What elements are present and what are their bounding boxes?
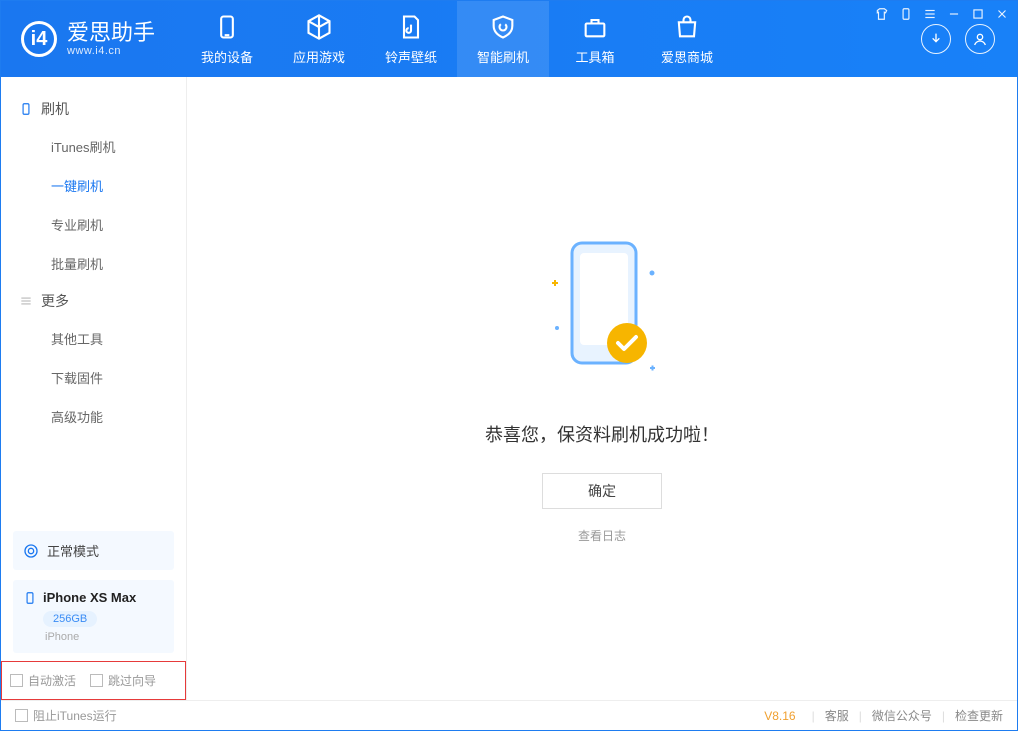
sidebar-section-label: 更多 <box>41 291 69 311</box>
sidebar-item-other-tools[interactable]: 其他工具 <box>1 319 186 358</box>
sidebar-item-batch-flash[interactable]: 批量刷机 <box>1 244 186 283</box>
toolbox-icon <box>581 13 609 41</box>
refresh-shield-icon <box>489 13 517 41</box>
device-phone-icon <box>23 591 37 605</box>
body: 刷机 iTunes刷机 一键刷机 专业刷机 批量刷机 更多 其他工具 下载固件 … <box>1 77 1017 700</box>
app-name: 爱思助手 <box>67 21 155 45</box>
menu-icon[interactable] <box>923 7 937 21</box>
nav-label: 爱思商城 <box>661 47 713 66</box>
nav-tabs: 我的设备 应用游戏 铃声壁纸 智能刷机 工具箱 爱思商城 <box>181 1 733 77</box>
cube-icon <box>305 13 333 41</box>
version-label: V8.16 <box>764 709 795 723</box>
nav-tab-ringtones[interactable]: 铃声壁纸 <box>365 1 457 77</box>
nav-label: 智能刷机 <box>477 47 529 66</box>
nav-tab-toolbox[interactable]: 工具箱 <box>549 1 641 77</box>
app-domain: www.i4.cn <box>67 45 155 57</box>
app-window: i4 爱思助手 www.i4.cn 我的设备 应用游戏 铃声壁纸 智能刷机 <box>0 0 1018 731</box>
nav-label: 铃声壁纸 <box>385 47 437 66</box>
window-controls <box>875 7 1009 21</box>
success-illustration <box>532 233 672 393</box>
sync-icon <box>23 543 39 559</box>
phone-small-icon <box>19 102 33 116</box>
shirt-icon[interactable] <box>875 7 889 21</box>
phone-mini-icon[interactable] <box>899 7 913 21</box>
sidebar-footer: 正常模式 iPhone XS Max 256GB iPhone <box>1 521 186 661</box>
sidebar-item-one-click-flash[interactable]: 一键刷机 <box>1 166 186 205</box>
list-small-icon <box>19 294 33 308</box>
nav-label: 我的设备 <box>201 47 253 66</box>
download-button[interactable] <box>921 24 951 54</box>
music-file-icon <box>397 13 425 41</box>
checkbox-label: 跳过向导 <box>108 672 156 689</box>
sidebar-item-download-firmware[interactable]: 下载固件 <box>1 358 186 397</box>
nav-label: 应用游戏 <box>293 47 345 66</box>
sidebar-item-itunes-flash[interactable]: iTunes刷机 <box>1 127 186 166</box>
nav-tab-device[interactable]: 我的设备 <box>181 1 273 77</box>
status-link-wechat[interactable]: 微信公众号 <box>872 707 932 724</box>
sidebar-section-flash: 刷机 <box>1 91 186 127</box>
mode-indicator[interactable]: 正常模式 <box>13 531 174 570</box>
main-content: 恭喜您，保资料刷机成功啦！ 确定 查看日志 <box>187 77 1017 700</box>
logo-icon: i4 <box>21 21 57 57</box>
checkbox-label: 自动激活 <box>28 672 76 689</box>
options-row: 自动激活 跳过向导 <box>1 661 186 700</box>
titlebar: i4 爱思助手 www.i4.cn 我的设备 应用游戏 铃声壁纸 智能刷机 <box>1 1 1017 77</box>
nav-label: 工具箱 <box>575 47 614 66</box>
device-storage-badge: 256GB <box>43 611 97 627</box>
phone-icon <box>213 13 241 41</box>
nav-tab-apps[interactable]: 应用游戏 <box>273 1 365 77</box>
nav-tab-flash[interactable]: 智能刷机 <box>457 1 549 77</box>
minimize-icon[interactable] <box>947 7 961 21</box>
device-type-label: iPhone <box>45 631 164 643</box>
status-link-support[interactable]: 客服 <box>825 707 849 724</box>
checkbox-skip-guide[interactable]: 跳过向导 <box>90 672 156 689</box>
success-message: 恭喜您，保资料刷机成功啦！ <box>485 421 719 447</box>
close-icon[interactable] <box>995 7 1009 21</box>
bag-icon <box>673 13 701 41</box>
logo-area: i4 爱思助手 www.i4.cn <box>1 21 181 57</box>
sidebar-section-label: 刷机 <box>41 99 69 119</box>
checkbox-label: 阻止iTunes运行 <box>33 707 117 724</box>
checkbox-block-itunes[interactable]: 阻止iTunes运行 <box>15 707 117 724</box>
device-name-label: iPhone XS Max <box>43 590 136 605</box>
status-link-update[interactable]: 检查更新 <box>955 707 1003 724</box>
view-log-link[interactable]: 查看日志 <box>578 527 626 544</box>
checkbox-auto-activate[interactable]: 自动激活 <box>10 672 76 689</box>
sidebar: 刷机 iTunes刷机 一键刷机 专业刷机 批量刷机 更多 其他工具 下载固件 … <box>1 77 187 700</box>
statusbar: 阻止iTunes运行 V8.16 | 客服 | 微信公众号 | 检查更新 <box>1 700 1017 730</box>
profile-button[interactable] <box>965 24 995 54</box>
header-right <box>921 24 1017 54</box>
ok-button[interactable]: 确定 <box>542 473 662 509</box>
device-card[interactable]: iPhone XS Max 256GB iPhone <box>13 580 174 653</box>
maximize-icon[interactable] <box>971 7 985 21</box>
sidebar-item-pro-flash[interactable]: 专业刷机 <box>1 205 186 244</box>
sidebar-item-advanced[interactable]: 高级功能 <box>1 397 186 436</box>
mode-label: 正常模式 <box>47 541 99 560</box>
sidebar-section-more: 更多 <box>1 283 186 319</box>
nav-tab-shop[interactable]: 爱思商城 <box>641 1 733 77</box>
